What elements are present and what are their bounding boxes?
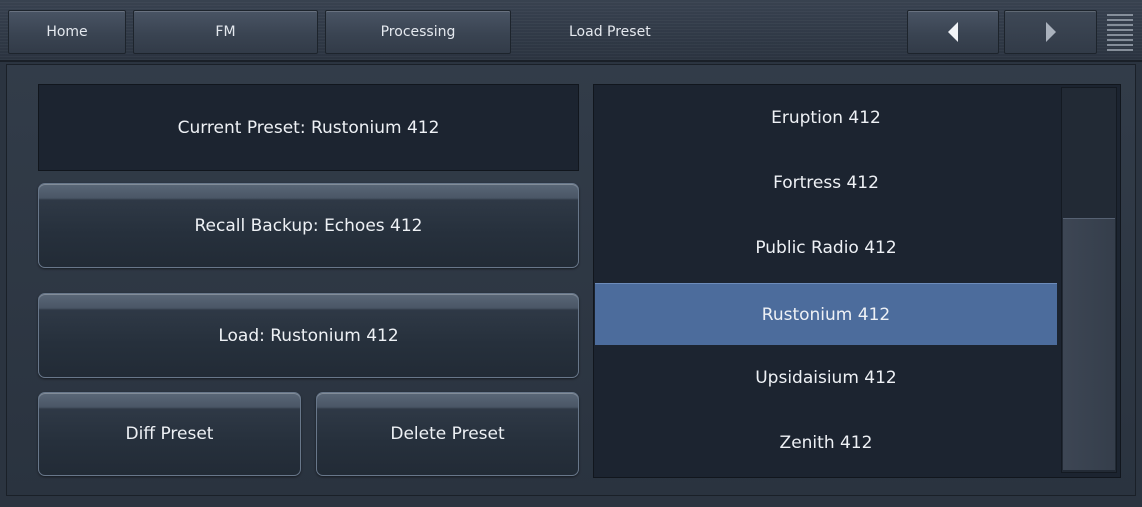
- preset-list-item[interactable]: Upsidaisium 412: [595, 347, 1057, 409]
- recall-backup-label: Recall Backup: Echoes 412: [194, 215, 423, 236]
- preset-list: Eruption 412 Fortress 412 Public Radio 4…: [593, 84, 1121, 478]
- home-button[interactable]: Home: [8, 10, 126, 54]
- current-preset-display: Current Preset: Rustonium 412: [38, 84, 579, 171]
- preset-list-item[interactable]: Zenith 412: [595, 412, 1057, 474]
- scrollbar-thumb[interactable]: [1063, 218, 1115, 470]
- preset-list-item[interactable]: Eruption 412: [595, 87, 1057, 149]
- preset-label: Upsidaisium 412: [755, 368, 897, 388]
- processing-label: Processing: [380, 24, 456, 40]
- load-button[interactable]: Load: Rustonium 412: [38, 293, 579, 378]
- home-label: Home: [46, 24, 88, 40]
- recall-backup-button[interactable]: Recall Backup: Echoes 412: [38, 183, 579, 268]
- current-preset-label: Current Preset: Rustonium 412: [177, 117, 440, 138]
- preset-label: Zenith 412: [779, 433, 873, 453]
- diff-preset-button[interactable]: Diff Preset: [38, 392, 301, 476]
- fm-label: FM: [215, 24, 236, 40]
- page-title: Load Preset: [569, 24, 651, 40]
- triangle-left-icon: [948, 22, 958, 42]
- scrollbar-track[interactable]: [1061, 87, 1117, 473]
- processing-button[interactable]: Processing: [325, 10, 511, 54]
- preset-label: Public Radio 412: [755, 238, 897, 258]
- menu-lines-icon[interactable]: [1107, 14, 1133, 54]
- preset-label: Eruption 412: [771, 108, 881, 128]
- preset-list-item[interactable]: Public Radio 412: [595, 217, 1057, 279]
- preset-list-item-selected[interactable]: Rustonium 412: [595, 283, 1057, 345]
- preset-label: Fortress 412: [773, 173, 879, 193]
- load-label: Load: Rustonium 412: [218, 325, 399, 346]
- top-nav-bar: Home FM Processing Load Preset: [0, 0, 1142, 62]
- fm-button[interactable]: FM: [133, 10, 318, 54]
- delete-preset-button[interactable]: Delete Preset: [316, 392, 579, 476]
- preset-list-item[interactable]: Fortress 412: [595, 152, 1057, 214]
- forward-button[interactable]: [1004, 10, 1097, 54]
- back-button[interactable]: [907, 10, 999, 54]
- triangle-right-icon: [1045, 22, 1056, 42]
- preset-label: Rustonium 412: [761, 304, 891, 325]
- diff-preset-label: Diff Preset: [125, 424, 214, 444]
- delete-preset-label: Delete Preset: [390, 424, 505, 444]
